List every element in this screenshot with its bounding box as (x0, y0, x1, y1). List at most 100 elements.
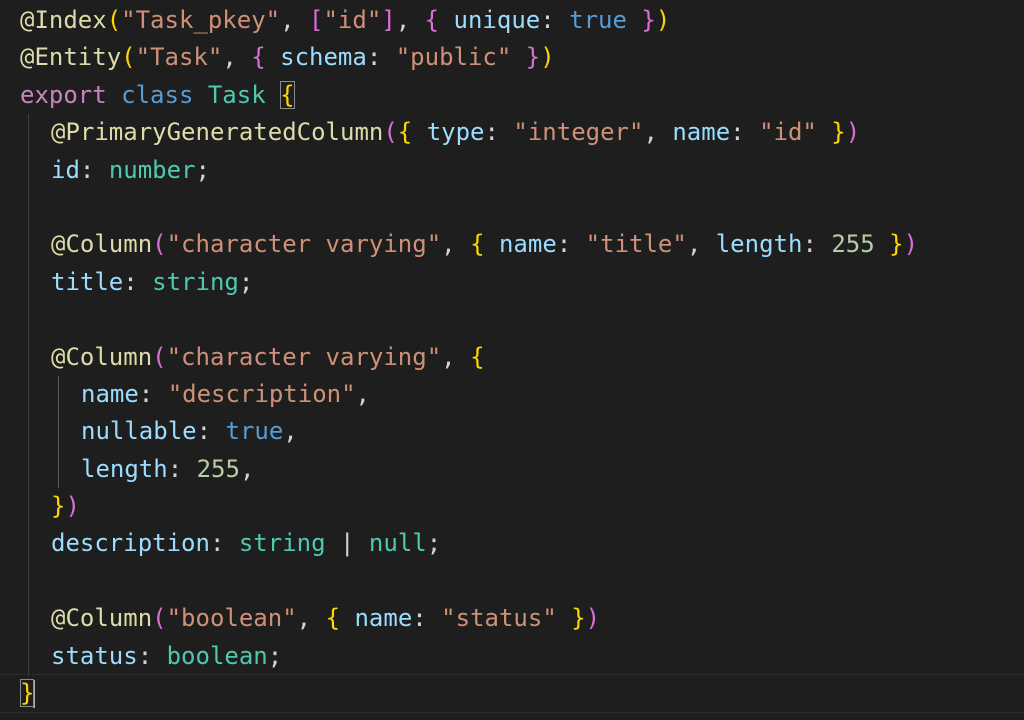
brace: { (325, 604, 355, 633)
bracket: ] (381, 6, 396, 34)
colon: : (79, 155, 109, 184)
code-line-6[interactable] (20, 189, 1024, 226)
comma: , (686, 230, 716, 259)
property-key: type (426, 118, 485, 147)
colon: : (556, 230, 586, 259)
class-open-brace: { (280, 80, 295, 109)
property-key: nullable (81, 417, 197, 446)
code-line-17[interactable]: @Column("boolean", { name: "status" }) (20, 600, 1024, 637)
colon: : (484, 118, 514, 147)
comma: , (283, 417, 298, 446)
property-key: unique (453, 6, 541, 34)
comma: , (239, 454, 255, 483)
brace: } (816, 118, 846, 147)
property-key: length (715, 230, 803, 259)
code-line-8[interactable]: title: string; (20, 264, 1024, 301)
brace: } (874, 230, 904, 259)
code-editor[interactable]: @Index("Task_pkey", ["id"], { unique: tr… (0, 0, 1024, 720)
code-line-18[interactable]: status: boolean; (20, 638, 1024, 675)
property-key: name (81, 379, 139, 408)
colon: : (412, 604, 442, 633)
boolean-literal: true (569, 6, 627, 34)
decorator-entity: Entity (34, 43, 122, 72)
paren: ) (655, 6, 671, 34)
paren: ) (540, 43, 555, 72)
class-property: status (51, 641, 138, 670)
number-literal: 255 (196, 454, 240, 483)
string-literal: "id" (323, 6, 382, 34)
colon: : (137, 641, 167, 670)
paren: ) (845, 118, 861, 147)
code-line-14[interactable]: }) (20, 488, 1024, 525)
class-property: description (51, 529, 210, 558)
property-key: name (672, 118, 731, 147)
string-literal: "public" (395, 43, 512, 72)
string-literal: "Task" (135, 43, 223, 72)
colon: : (138, 379, 168, 408)
decorator-at: @ (51, 342, 66, 371)
decorator-at: @ (20, 6, 35, 34)
text-cursor (33, 680, 36, 709)
decorator-at: @ (51, 118, 66, 147)
string-literal: "id" (759, 118, 817, 147)
code-line-5[interactable]: id: number; (20, 152, 1024, 189)
boolean-literal: true (225, 417, 284, 446)
semicolon: ; (195, 155, 210, 184)
string-literal: "title" (585, 230, 687, 259)
string-literal: "boolean" (166, 604, 297, 633)
code-line-1[interactable]: @Index("Task_pkey", ["id"], { unique: tr… (20, 2, 1024, 39)
semicolon: ; (426, 529, 442, 558)
code-line-4[interactable]: @PrimaryGeneratedColumn({ type: "integer… (20, 114, 1024, 151)
string-literal: "character varying" (166, 342, 442, 371)
paren: ( (152, 342, 167, 371)
keyword-class: class (121, 80, 194, 109)
class-property: id (51, 155, 80, 184)
comma: , (441, 342, 471, 371)
property-key: schema (280, 43, 367, 72)
decorator-at: @ (51, 604, 66, 633)
comma: , (643, 118, 673, 147)
code-line-10[interactable]: @Column("character varying", { (20, 339, 1024, 376)
code-line-13[interactable]: length: 255, (20, 451, 1024, 488)
colon: : (730, 118, 760, 147)
colon: : (540, 6, 570, 34)
type-annotation: string (152, 267, 239, 296)
paren: ( (383, 118, 398, 147)
code-line-7[interactable]: @Column("character varying", { name: "ti… (20, 226, 1024, 263)
code-line-9[interactable] (20, 301, 1024, 338)
colon: : (802, 230, 832, 259)
brace: } (511, 43, 541, 72)
comma: , (280, 6, 310, 34)
colon: : (366, 43, 396, 72)
property-key: name (498, 230, 557, 259)
decorator-primary-column: PrimaryGeneratedColumn (65, 118, 384, 147)
paren: ) (903, 230, 919, 259)
code-line-12[interactable]: nullable: true, (20, 413, 1024, 450)
code-line-3[interactable]: export class Task { (20, 77, 1024, 114)
code-line-2[interactable]: @Entity("Task", { schema: "public" }) (20, 39, 1024, 76)
code-line-16[interactable] (20, 563, 1024, 600)
colon: : (167, 454, 197, 483)
comma: , (395, 6, 425, 34)
code-line-19[interactable]: } (20, 675, 1024, 712)
colon: : (196, 417, 226, 446)
semicolon: ; (267, 641, 283, 670)
string-literal: "Task_pkey" (121, 6, 281, 34)
brace: { (470, 230, 499, 259)
brace: } (626, 6, 656, 34)
bracket: [ (309, 6, 324, 34)
code-line-15[interactable]: description: string | null; (20, 525, 1024, 562)
string-literal: "integer" (513, 118, 644, 147)
brace: { (470, 342, 485, 371)
brace: { (397, 118, 427, 147)
type-annotation: string (238, 529, 326, 558)
brace: } (556, 604, 586, 633)
string-literal: "description" (167, 379, 356, 408)
paren: ( (152, 230, 167, 259)
number-literal: 255 (831, 230, 875, 259)
code-content[interactable]: @Index("Task_pkey", ["id"], { unique: tr… (20, 2, 1024, 712)
code-line-11[interactable]: name: "description", (20, 376, 1024, 413)
paren: ) (585, 604, 601, 633)
brace: { (251, 43, 281, 72)
decorator-at: @ (20, 43, 35, 72)
